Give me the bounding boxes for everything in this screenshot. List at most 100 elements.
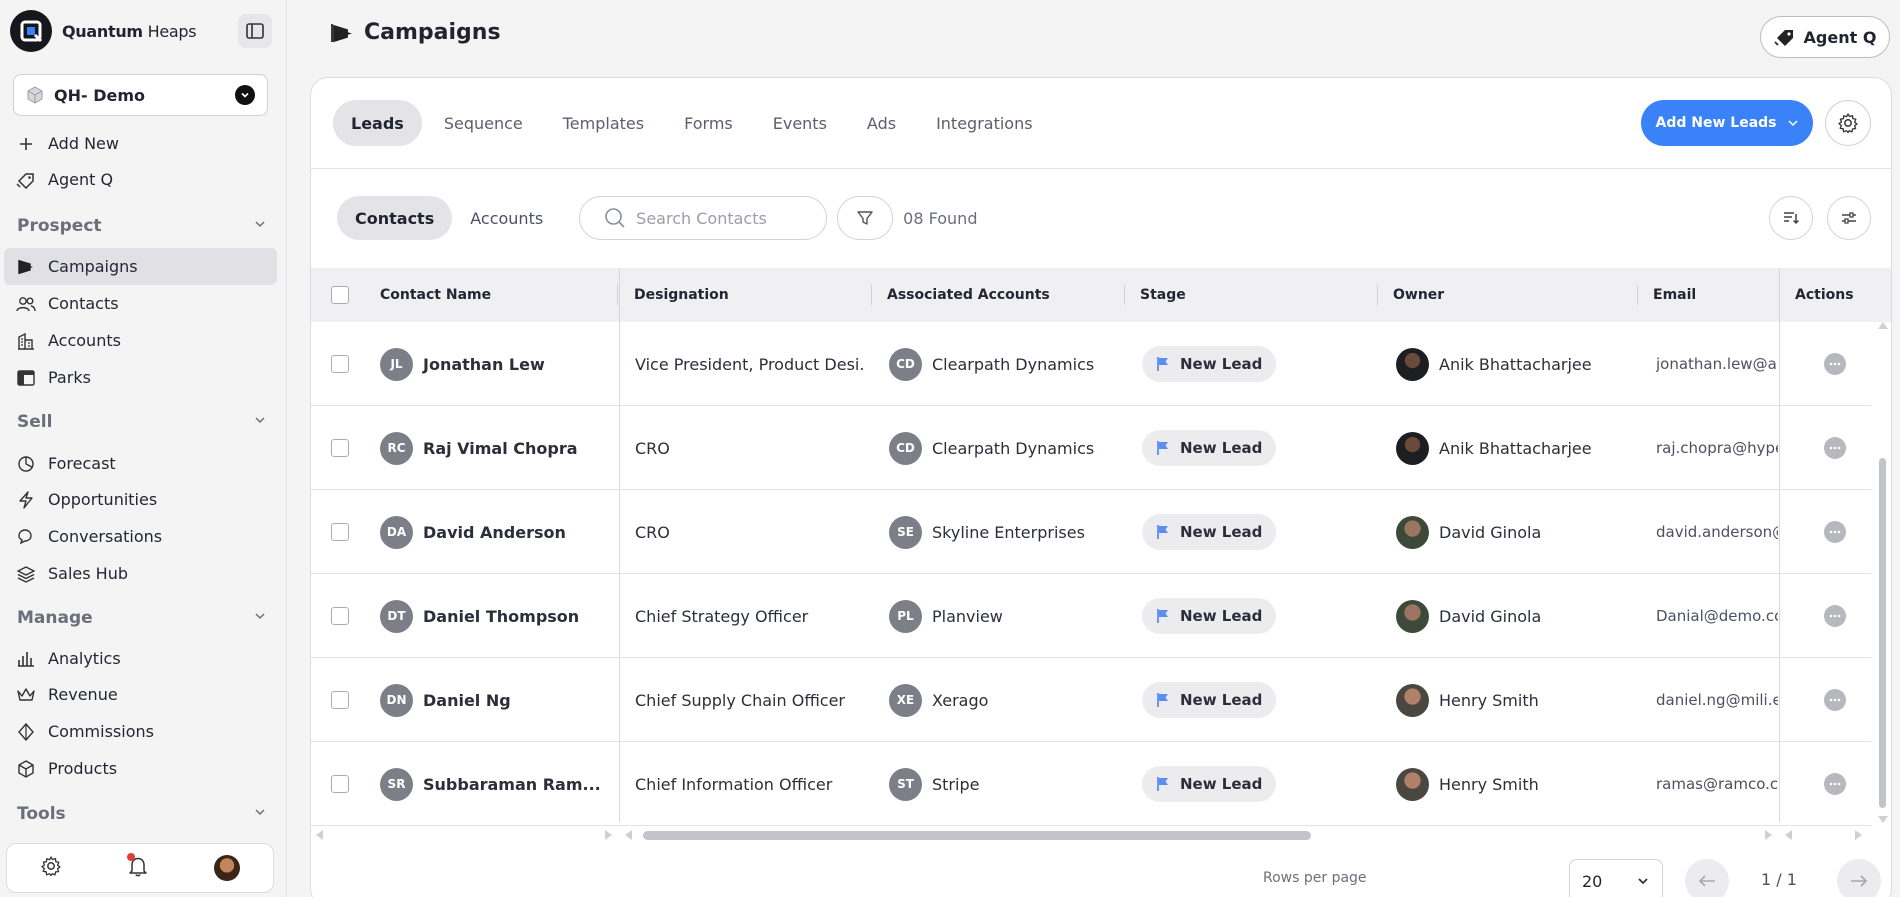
tab-events[interactable]: Events <box>755 100 845 146</box>
sidebar-item-conversations[interactable]: Conversations <box>4 518 277 555</box>
sidebar-item-campaigns[interactable]: Campaigns <box>4 248 277 285</box>
tab-ads[interactable]: Ads <box>849 100 914 146</box>
user-avatar[interactable] <box>214 855 241 881</box>
column-owner[interactable]: Owner <box>1393 268 1444 322</box>
stage-cell[interactable]: New Lead <box>1142 742 1372 826</box>
column-separator[interactable] <box>871 285 872 305</box>
contact-name-cell[interactable]: SR Subbaraman Ram... <box>380 742 610 826</box>
subtab-accounts[interactable]: Accounts <box>452 196 561 240</box>
table-row[interactable]: DA David Anderson CRO SE Skyline Enterprises… <box>311 490 1871 574</box>
column-separator[interactable] <box>1124 285 1125 305</box>
contact-name[interactable]: David Anderson <box>423 523 566 542</box>
contact-name[interactable]: Jonathan Lew <box>423 355 545 374</box>
account-cell[interactable]: ST Stripe <box>889 742 1119 826</box>
search-input[interactable] <box>636 208 817 228</box>
stage-cell[interactable]: New Lead <box>1142 322 1372 406</box>
account-name[interactable]: Skyline Enterprises <box>932 523 1085 542</box>
email-cell[interactable]: ramas@ramco.co <box>1656 742 1778 826</box>
vertical-scroll-thumb[interactable] <box>1879 458 1886 808</box>
row-actions-button[interactable] <box>1824 406 1846 490</box>
column-contact-name[interactable]: Contact Name <box>380 268 491 322</box>
stage-badge[interactable]: New Lead <box>1142 766 1277 802</box>
settings-button[interactable] <box>40 855 62 881</box>
account-cell[interactable]: CD Clearpath Dynamics <box>889 322 1119 406</box>
sidebar-item-analytics[interactable]: Analytics <box>4 640 277 677</box>
contact-name-cell[interactable]: DN Daniel Ng <box>380 658 610 742</box>
account-cell[interactable]: CD Clearpath Dynamics <box>889 406 1119 490</box>
sidebar-item-add-new[interactable]: Add New <box>4 125 277 162</box>
email-cell[interactable]: daniel.ng@mili.eu <box>1656 658 1778 742</box>
account-cell[interactable]: SE Skyline Enterprises <box>889 490 1119 574</box>
owner-cell[interactable]: David Ginola <box>1396 490 1631 574</box>
table-row[interactable]: JL Jonathan Lew Vice President, Product De… <box>311 322 1871 406</box>
notifications-button[interactable] <box>126 853 149 881</box>
sidebar-item-contacts[interactable]: Contacts <box>4 285 277 322</box>
column-separator[interactable] <box>1377 285 1378 305</box>
tab-integrations[interactable]: Integrations <box>918 100 1051 146</box>
sidebar-section-prospect[interactable]: Prospect <box>17 216 267 236</box>
contact-name[interactable]: Daniel Thompson <box>423 607 579 626</box>
tab-leads[interactable]: Leads <box>333 100 422 146</box>
table-row[interactable]: DN Daniel Ng Chief Supply Chain Officer XE X… <box>311 658 1871 742</box>
column-email[interactable]: Email <box>1653 268 1696 322</box>
rows-per-page-select[interactable]: 20 <box>1569 859 1663 897</box>
stage-badge[interactable]: New Lead <box>1142 430 1277 466</box>
sidebar-item-opportunities[interactable]: Opportunities <box>4 481 277 518</box>
row-checkbox[interactable] <box>331 742 349 826</box>
contact-name-cell[interactable]: DA David Anderson <box>380 490 610 574</box>
stage-badge[interactable]: New Lead <box>1142 514 1277 550</box>
sidebar-item-forecast[interactable]: Forecast <box>4 445 277 482</box>
previous-page-button[interactable] <box>1685 859 1729 897</box>
account-name[interactable]: Clearpath Dynamics <box>932 439 1094 458</box>
tab-sequence[interactable]: Sequence <box>426 100 541 146</box>
contact-name[interactable]: Raj Vimal Chopra <box>423 439 578 458</box>
table-row[interactable]: SR Subbaraman Ram... Chief Information Off… <box>311 742 1871 826</box>
vertical-scrollbar[interactable] <box>1877 322 1888 823</box>
subtab-contacts[interactable]: Contacts <box>337 196 453 240</box>
search-box[interactable] <box>579 196 828 240</box>
row-actions-button[interactable] <box>1824 322 1846 406</box>
account-cell[interactable]: XE Xerago <box>889 658 1119 742</box>
filter-button[interactable] <box>837 196 894 240</box>
column-separator[interactable] <box>617 285 618 305</box>
row-actions-button[interactable] <box>1824 742 1846 826</box>
column-designation[interactable]: Designation <box>634 268 729 322</box>
sidebar-section-sell[interactable]: Sell <box>17 412 267 432</box>
column-separator[interactable] <box>1637 285 1638 305</box>
sidebar-section-manage[interactable]: Manage <box>17 608 267 628</box>
row-checkbox[interactable] <box>331 490 349 574</box>
stage-badge[interactable]: New Lead <box>1142 598 1277 634</box>
contact-name-cell[interactable]: RC Raj Vimal Chopra <box>380 406 610 490</box>
account-cell[interactable]: PL Planview <box>889 574 1119 658</box>
row-actions-button[interactable] <box>1824 658 1846 742</box>
contact-name[interactable]: Subbaraman Ram... <box>423 775 601 794</box>
stage-badge[interactable]: New Lead <box>1142 682 1277 718</box>
row-actions-button[interactable] <box>1824 574 1846 658</box>
stage-cell[interactable]: New Lead <box>1142 490 1372 574</box>
horizontal-scroll-thumb[interactable] <box>643 831 1311 840</box>
sidebar-item-parks[interactable]: Parks <box>4 359 277 396</box>
stage-badge[interactable]: New Lead <box>1142 346 1277 382</box>
stage-cell[interactable]: New Lead <box>1142 574 1372 658</box>
contact-name[interactable]: Daniel Ng <box>423 691 511 710</box>
agent-q-button[interactable]: Agent Q <box>1760 16 1890 58</box>
workspace-selector[interactable]: QH- Demo <box>13 74 268 116</box>
sort-button[interactable] <box>1769 196 1813 240</box>
horizontal-scrollbar[interactable] <box>311 828 1891 842</box>
tab-templates[interactable]: Templates <box>545 100 662 146</box>
row-checkbox[interactable] <box>331 406 349 490</box>
row-checkbox[interactable] <box>331 658 349 742</box>
tab-forms[interactable]: Forms <box>666 100 751 146</box>
owner-cell[interactable]: Henry Smith <box>1396 658 1631 742</box>
account-name[interactable]: Clearpath Dynamics <box>932 355 1094 374</box>
email-cell[interactable]: Danial@demo.con <box>1656 574 1778 658</box>
add-new-leads-button[interactable]: Add New Leads <box>1641 100 1813 146</box>
stage-cell[interactable]: New Lead <box>1142 658 1372 742</box>
owner-cell[interactable]: Henry Smith <box>1396 742 1631 826</box>
sidebar-toggle-button[interactable] <box>238 14 272 48</box>
email-cell[interactable]: david.anderson@s <box>1656 490 1778 574</box>
leads-settings-button[interactable] <box>1825 100 1871 146</box>
sidebar-section-tools[interactable]: Tools <box>17 804 267 824</box>
owner-cell[interactable]: Anik Bhattacharjee <box>1396 406 1631 490</box>
account-name[interactable]: Planview <box>932 607 1003 626</box>
